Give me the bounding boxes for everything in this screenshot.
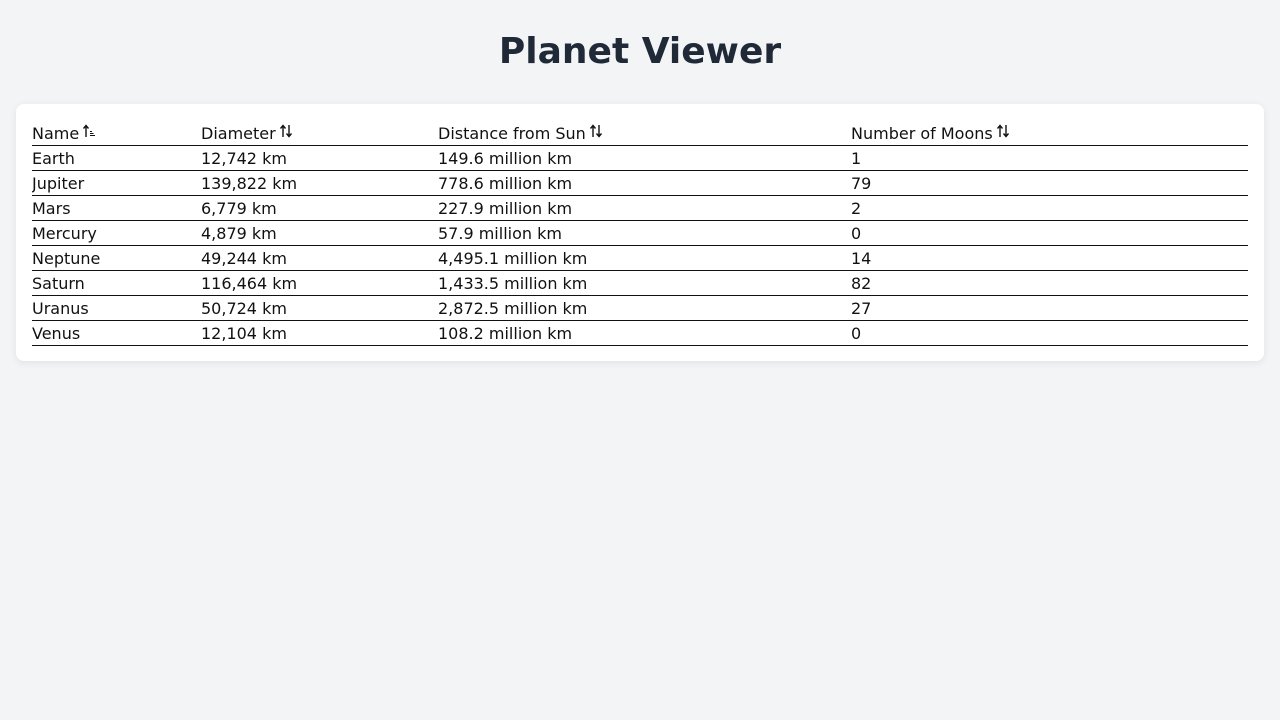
cell-name: Jupiter	[32, 170, 201, 196]
cell-moons: 0	[851, 220, 1248, 246]
table-row: Earth 12,742 km 149.6 million km 1	[32, 145, 1248, 171]
cell-name: Venus	[32, 320, 201, 346]
page-title: Planet Viewer	[498, 31, 782, 72]
cell-distance: 4,495.1 million km	[438, 245, 851, 271]
cell-moons: 79	[851, 170, 1248, 196]
cell-moons: 0	[851, 320, 1248, 346]
table-row: Jupiter 139,822 km 778.6 million km 79	[32, 170, 1248, 196]
sort-ascending-icon	[82, 121, 96, 144]
cell-distance: 57.9 million km	[438, 220, 851, 246]
table-row: Mercury 4,879 km 57.9 million km 0	[32, 220, 1248, 246]
table-row: Mars 6,779 km 227.9 million km 2	[32, 195, 1248, 221]
column-header-moons[interactable]: Number of Moons	[851, 121, 1248, 146]
sort-icon	[589, 121, 603, 144]
cell-moons: 27	[851, 295, 1248, 321]
cell-diameter: 6,779 km	[201, 195, 438, 221]
column-header-diameter[interactable]: Diameter	[201, 121, 438, 146]
cell-distance: 149.6 million km	[438, 145, 851, 171]
column-header-name[interactable]: Name	[32, 121, 201, 146]
cell-distance: 2,872.5 million km	[438, 295, 851, 321]
cell-diameter: 116,464 km	[201, 270, 438, 296]
table-row: Saturn 116,464 km 1,433.5 million km 82	[32, 270, 1248, 296]
cell-moons: 1	[851, 145, 1248, 171]
cell-distance: 778.6 million km	[438, 170, 851, 196]
cell-name: Uranus	[32, 295, 201, 321]
cell-diameter: 12,104 km	[201, 320, 438, 346]
cell-distance: 1,433.5 million km	[438, 270, 851, 296]
cell-diameter: 12,742 km	[201, 145, 438, 171]
cell-name: Mercury	[32, 220, 201, 246]
cell-name: Earth	[32, 145, 201, 171]
table-row: Uranus 50,724 km 2,872.5 million km 27	[32, 295, 1248, 321]
cell-diameter: 139,822 km	[201, 170, 438, 196]
column-header-label: Number of Moons	[851, 123, 993, 143]
column-header-label: Distance from Sun	[438, 123, 586, 143]
cell-moons: 2	[851, 195, 1248, 221]
column-header-distance[interactable]: Distance from Sun	[438, 121, 851, 146]
sort-icon	[279, 121, 293, 144]
cell-diameter: 50,724 km	[201, 295, 438, 321]
cell-name: Neptune	[32, 245, 201, 271]
table-header-row: Name Diameter Distance from Sun Number o…	[32, 121, 1248, 146]
cell-distance: 227.9 million km	[438, 195, 851, 221]
cell-diameter: 4,879 km	[201, 220, 438, 246]
cell-name: Saturn	[32, 270, 201, 296]
column-header-label: Name	[32, 123, 80, 143]
sort-icon	[996, 121, 1010, 144]
table-row: Neptune 49,244 km 4,495.1 million km 14	[32, 245, 1248, 271]
table-row: Venus 12,104 km 108.2 million km 0	[32, 320, 1248, 346]
cell-moons: 14	[851, 245, 1248, 271]
planet-table: Name Diameter Distance from Sun Number o…	[32, 121, 1248, 346]
column-header-label: Diameter	[201, 123, 276, 143]
cell-moons: 82	[851, 270, 1248, 296]
cell-name: Mars	[32, 195, 201, 221]
cell-diameter: 49,244 km	[201, 245, 438, 271]
planet-table-card: Name Diameter Distance from Sun Number o…	[16, 104, 1264, 361]
cell-distance: 108.2 million km	[438, 320, 851, 346]
